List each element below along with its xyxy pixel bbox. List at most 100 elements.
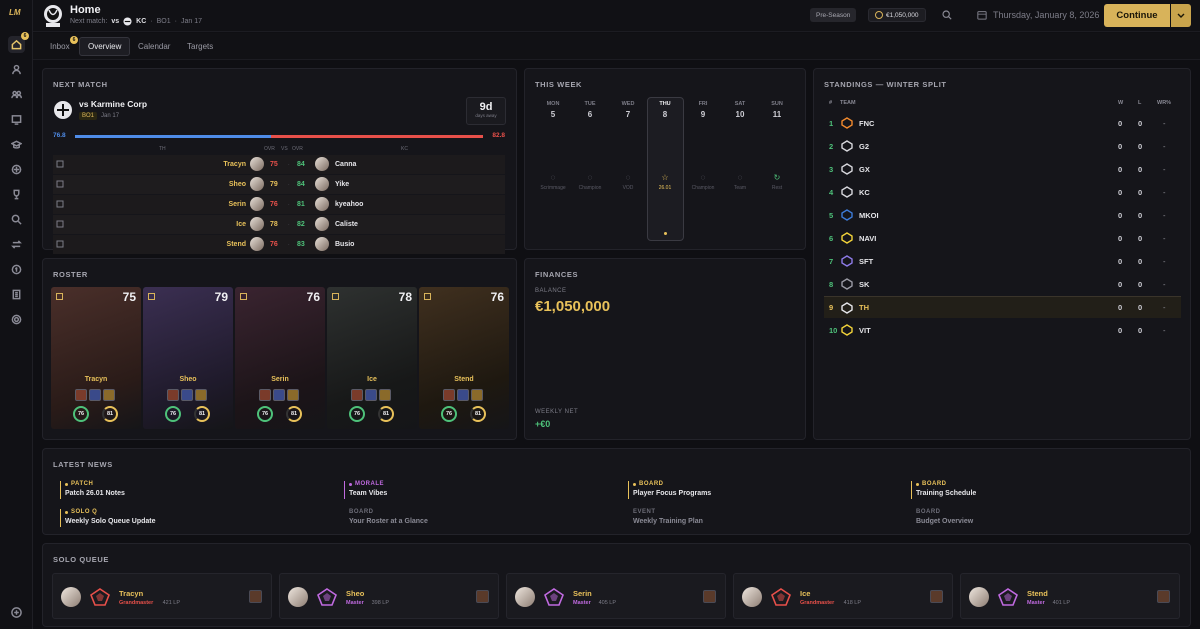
champion-icon <box>103 389 115 401</box>
match-date: Jan 17 <box>101 113 120 119</box>
home-player-name: Sheo <box>228 181 246 188</box>
team-icon[interactable] <box>8 86 25 103</box>
tab-overview[interactable]: Overview <box>79 37 131 56</box>
roster-player-card[interactable]: 79 Sheo 76 81 <box>143 287 233 429</box>
next-vs: vs <box>111 18 120 25</box>
matchup-row[interactable]: Tracyn 75 · 84 Canna <box>53 155 505 174</box>
day-name: THU <box>659 101 671 107</box>
team-losses: 0 <box>1138 210 1143 220</box>
trophy-icon[interactable] <box>8 186 25 203</box>
news-item[interactable]: SOLO Q Weekly Solo Queue Update <box>60 509 305 527</box>
news-title: Player Focus Programs <box>633 490 712 497</box>
news-icon[interactable] <box>8 111 25 128</box>
champion-icon[interactable] <box>8 161 25 178</box>
standings-row[interactable]: 10 VIT 0 0 - <box>824 319 1181 341</box>
solo-queue-player[interactable]: Ice Grandmaster 418 LP <box>733 573 953 619</box>
opponent-header[interactable]: vs Karmine Corp BO1 Jan 17 <box>53 99 147 120</box>
tab-calendar[interactable]: Calendar <box>130 37 178 56</box>
news-title: Weekly Training Plan <box>633 518 703 525</box>
week-day-sun[interactable]: SUN 11 <box>762 101 792 119</box>
home-player-avatar <box>250 157 264 171</box>
home-player-ovr: 78 <box>270 221 278 228</box>
home-icon[interactable]: 6 <box>8 32 29 53</box>
week-day-tue[interactable]: TUE 6 <box>575 101 605 119</box>
next-match-summary[interactable]: Next match: vs KC · BO1 · Jan 17 <box>70 17 202 26</box>
finance-icon[interactable] <box>8 261 25 278</box>
roster-player-card[interactable]: 76 Serin 76 81 <box>235 287 325 429</box>
solo-queue-player[interactable]: Serin Master 405 LP <box>506 573 726 619</box>
team-wins: 0 <box>1118 325 1123 335</box>
next-match-title: NEXT MATCH <box>53 80 108 89</box>
solo-queue-player[interactable]: Tracyn Grandmaster 421 LP <box>52 573 272 619</box>
roster-player-card[interactable]: 75 Tracyn 76 81 <box>51 287 141 429</box>
standings-row[interactable]: 4 KC 0 0 - <box>824 181 1181 203</box>
away-player-ovr: 82 <box>297 221 305 228</box>
team-name: KC <box>859 187 870 197</box>
search-icon[interactable] <box>942 10 952 22</box>
team-wins: 0 <box>1118 303 1123 312</box>
matchup-row[interactable]: Stend 76 · 83 Busio <box>53 235 505 254</box>
standings-row[interactable]: 2 G2 0 0 - <box>824 135 1181 157</box>
role-icon <box>56 220 64 228</box>
standings-row[interactable]: 1 FNC 0 0 - <box>824 112 1181 134</box>
academy-icon[interactable] <box>8 136 25 153</box>
opponent-name: vs Karmine Corp <box>79 99 148 109</box>
news-item[interactable]: PATCH Patch 26.01 Notes <box>60 481 305 499</box>
continue-button[interactable]: Continue <box>1104 4 1170 27</box>
news-item[interactable]: BOARD Training Schedule <box>911 481 1156 499</box>
transfer-icon[interactable] <box>8 236 25 253</box>
tab-targets[interactable]: Targets <box>179 37 221 56</box>
week-day-fri[interactable]: FRI 9 <box>688 101 718 119</box>
news-item[interactable]: BOARD Your Roster at a Glance <box>349 509 589 525</box>
standings-row[interactable]: 8 SK 0 0 - <box>824 273 1181 295</box>
news-category: BOARD <box>916 509 941 515</box>
matchup-row[interactable]: Ice 78 · 82 Caliste <box>53 215 505 234</box>
weekly-net-value: +€0 <box>535 419 551 429</box>
roster-player-card[interactable]: 78 Ice 76 81 <box>327 287 417 429</box>
champion-icon <box>273 389 285 401</box>
player-name: Serin <box>573 589 592 598</box>
standings-row[interactable]: 6 NAVI 0 0 - <box>824 227 1181 249</box>
add-icon[interactable] <box>8 604 25 621</box>
user-icon[interactable] <box>8 61 25 78</box>
standings-row[interactable]: 9 TH 0 0 - <box>824 296 1181 318</box>
week-day-mon[interactable]: MON 5 <box>538 101 568 119</box>
away-player-name: Yike <box>335 181 350 188</box>
team-wins: 0 <box>1118 187 1123 197</box>
week-day-sat[interactable]: SAT 10 <box>725 101 755 119</box>
weekly-net-label: WEEKLY NET <box>535 409 579 415</box>
team-losses: 0 <box>1138 141 1143 151</box>
roster-player-card[interactable]: 76 Stend 76 81 <box>419 287 509 429</box>
standings-row[interactable]: 3 GX 0 0 - <box>824 158 1181 180</box>
activity-label: VOD <box>622 185 634 191</box>
matchup-row[interactable]: Serin 76 · 81 kyeahoo <box>53 195 505 214</box>
away-player-name: Caliste <box>335 221 358 228</box>
champion-icon <box>195 389 207 401</box>
matchup-row[interactable]: Sheo 79 · 84 Yike <box>53 175 505 194</box>
continue-dropdown[interactable] <box>1171 4 1191 27</box>
activity-label: Champion <box>578 185 602 191</box>
news-title: Budget Overview <box>916 518 974 525</box>
next-match-label: Next match: <box>70 18 108 25</box>
away-player-name: Busio <box>335 241 355 248</box>
news-item[interactable]: MORALE Team Vibes <box>344 481 589 499</box>
standings-row[interactable]: 5 MKOI 0 0 - <box>824 204 1181 226</box>
standings-row[interactable]: 7 SFT 0 0 - <box>824 250 1181 272</box>
news-item[interactable]: EVENT Weekly Training Plan <box>633 509 873 525</box>
week-day-thu[interactable]: THU 8 <box>650 101 680 119</box>
team-rank: 1 <box>829 118 834 128</box>
building-icon[interactable] <box>8 286 25 303</box>
solo-queue-player[interactable]: Sheo Master 398 LP <box>279 573 499 619</box>
news-item[interactable]: BOARD Player Focus Programs <box>628 481 873 499</box>
player-name: Stend <box>454 376 474 383</box>
search-icon[interactable] <box>8 211 25 228</box>
week-day-wed[interactable]: WED 7 <box>613 101 643 119</box>
rating-ring-primary: 76 <box>349 406 365 422</box>
news-category: BOARD <box>349 509 374 515</box>
solo-queue-player[interactable]: Stend Master 401 LP <box>960 573 1180 619</box>
player-lp: 398 LP <box>371 600 390 606</box>
settings-icon[interactable] <box>8 311 25 328</box>
news-item[interactable]: BOARD Budget Overview <box>916 509 1156 525</box>
home-player-avatar <box>250 217 264 231</box>
rating-ring-secondary: 81 <box>194 406 210 422</box>
